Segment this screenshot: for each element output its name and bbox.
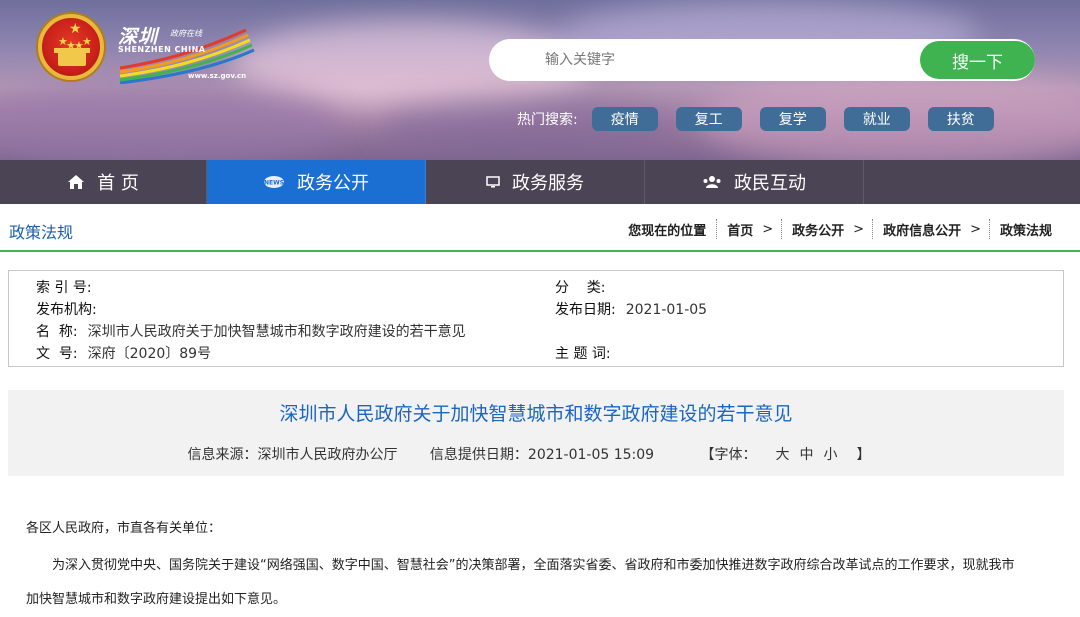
meta-label: 分 类: — [555, 280, 606, 296]
hot-search-label: 热门搜索: — [517, 112, 578, 128]
tiananmen-icon — [58, 52, 86, 66]
breadcrumb-divider — [781, 219, 783, 239]
search-box: 搜一下 — [489, 39, 1035, 81]
news-icon: NEWS — [263, 175, 285, 189]
main-nav: 首 页 NEWS 政务公开 政务服务 政民互动 — [0, 160, 1080, 204]
nav-item-gov-affairs[interactable]: NEWS 政务公开 — [207, 160, 426, 204]
site-name-en: SHENZHEN CHINA — [118, 45, 206, 54]
nav-item-label: 政民互动 — [734, 173, 806, 194]
breadcrumb-link-policies[interactable]: 政策法规 — [1000, 220, 1052, 239]
meta-label: 发布日期: — [555, 302, 616, 318]
nav-item-home[interactable]: 首 页 — [0, 160, 207, 204]
breadcrumb-prefix: 您现在的位置 — [628, 223, 707, 239]
meta-value: 2021-01-05 — [625, 302, 708, 318]
breadcrumb-divider — [872, 219, 874, 239]
search-input[interactable] — [489, 39, 919, 81]
hot-search-tag[interactable]: 复工 — [675, 107, 742, 131]
meta-date: 发布日期: 2021-01-05 — [555, 299, 707, 319]
people-icon — [702, 175, 722, 189]
nav-item-label: 政务公开 — [297, 173, 369, 194]
hot-search-tag[interactable]: 疫情 — [591, 107, 658, 131]
star-icon: ★ — [69, 21, 82, 37]
meta-category: 分 类: — [555, 277, 616, 297]
meta-label: 主 题 词: — [555, 346, 611, 362]
hot-search-tag[interactable]: 就业 — [843, 107, 910, 131]
nav-item-empty — [864, 160, 1080, 204]
font-size-label-close: 】 — [856, 447, 871, 463]
breadcrumb-link-info-disclosure[interactable]: 政府信息公开 — [883, 220, 961, 239]
font-size-switcher: 【字体： 大中小 】 — [687, 447, 885, 463]
article-paragraph-continued: 加快智慧城市和数字政府建设提出如下意见。 — [26, 592, 287, 607]
breadcrumb-bar: 政策法规 您现在的位置 首页 > 政务公开 > 政府信息公开 > 政策法规 — [0, 204, 1080, 252]
breadcrumb-arrow-icon: > — [853, 221, 865, 237]
nav-item-label: 首 页 — [97, 173, 139, 194]
meta-label: 名 称: — [36, 324, 78, 340]
svg-text:NEWS: NEWS — [264, 180, 284, 187]
site-url: www.sz.gov.cn — [188, 72, 247, 80]
meta-label: 索 引 号: — [36, 280, 92, 296]
font-size-label: 【字体： — [700, 447, 757, 463]
breadcrumb-divider — [716, 219, 718, 239]
breadcrumb-arrow-icon: > — [970, 221, 981, 237]
search-button[interactable]: 搜一下 — [920, 41, 1035, 79]
hot-search: 热门搜索: 疫情 复工 复学 就业 扶贫 — [517, 106, 1012, 132]
document-meta-box: 索 引 号: 发布机构: 名 称: 深圳市人民政府关于加快智慧城市和数字政府建设的… — [8, 270, 1064, 367]
breadcrumb-arrow-icon: > — [762, 221, 774, 237]
meta-publisher: 发布机构: — [36, 299, 107, 319]
article-header: 深圳市人民政府关于加快智慧城市和数字政府建设的若干意见 信息来源：深圳市人民政府… — [8, 390, 1064, 476]
hot-search-tag[interactable]: 扶贫 — [927, 107, 994, 131]
font-size-large-button[interactable]: 大 — [776, 447, 790, 463]
nav-item-gov-services[interactable]: 政务服务 — [426, 160, 645, 204]
site-header: ★ ★ ★ ★ ★ 深圳 政府在线 SHENZHEN CHINA www.sz.… — [0, 0, 1080, 160]
breadcrumb-link-home[interactable]: 首页 — [727, 220, 753, 239]
meta-name: 名 称: 深圳市人民政府关于加快智慧城市和数字政府建设的若干意见 — [36, 321, 466, 341]
nav-item-label: 政务服务 — [512, 173, 584, 194]
article-title: 深圳市人民政府关于加快智慧城市和数字政府建设的若干意见 — [279, 403, 793, 425]
nav-item-interaction[interactable]: 政民互动 — [645, 160, 864, 204]
meta-doc-no: 文 号: 深府〔2020〕89号 — [36, 343, 211, 363]
meta-label: 发布机构: — [36, 302, 97, 318]
breadcrumb-divider — [988, 219, 990, 239]
page-section-title: 政策法规 — [9, 223, 74, 242]
home-icon — [67, 174, 85, 190]
hot-search-tag[interactable]: 复学 — [759, 107, 826, 131]
article-provided-date: 信息提供日期：2021-01-05 15:09 — [429, 447, 655, 463]
meta-subject: 主 题 词: — [555, 343, 621, 363]
article-paragraph: 为深入贯彻党中央、国务院关于建设“网络强国、数字中国、智慧社会”的决策部署，全面… — [52, 558, 1015, 573]
meta-index: 索 引 号: — [36, 277, 102, 297]
meta-value: 深圳市人民政府关于加快智慧城市和数字政府建设的若干意见 — [87, 324, 466, 340]
article-source: 信息来源：深圳市人民政府办公厅 — [187, 447, 398, 463]
monitor-icon — [486, 176, 500, 188]
font-size-medium-button[interactable]: 中 — [800, 447, 814, 463]
article-info: 信息来源：深圳市人民政府办公厅 信息提供日期：2021-01-05 15:09 … — [8, 444, 1064, 464]
breadcrumb: 您现在的位置 首页 > 政务公开 > 政府信息公开 > 政策法规 — [628, 219, 1052, 239]
breadcrumb-link-gov-affairs[interactable]: 政务公开 — [792, 220, 844, 239]
site-logo[interactable]: 深圳 政府在线 SHENZHEN CHINA www.sz.gov.cn — [118, 22, 258, 84]
site-tagline: 政府在线 — [170, 29, 202, 38]
meta-label: 文 号: — [36, 346, 78, 362]
national-emblem-icon[interactable]: ★ ★ ★ ★ ★ — [38, 14, 104, 80]
article-salutation: 各区人民政府，市直各有关单位： — [26, 521, 222, 536]
font-size-small-button[interactable]: 小 — [824, 447, 838, 463]
star-icon: ★ — [82, 35, 92, 48]
meta-value: 深府〔2020〕89号 — [87, 346, 212, 362]
